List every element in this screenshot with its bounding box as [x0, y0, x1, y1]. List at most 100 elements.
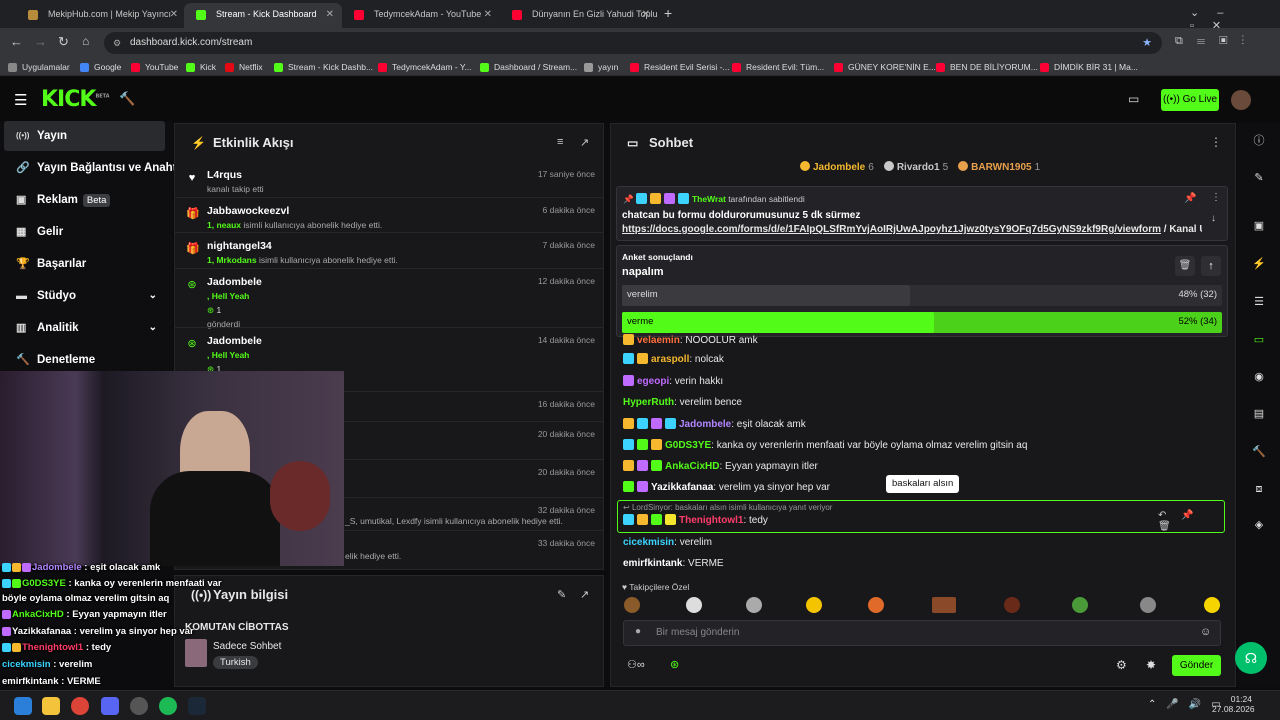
- list-icon[interactable]: ☰: [1252, 295, 1266, 309]
- emote-icon[interactable]: [1204, 597, 1220, 613]
- emote-icon[interactable]: [868, 597, 884, 613]
- chat-username[interactable]: Jadombele: [679, 419, 731, 430]
- discord-icon[interactable]: [101, 697, 119, 715]
- leaderboard-entry[interactable]: Jadombele 6: [800, 161, 874, 173]
- sidebar-item[interactable]: ▦ Gelir: [4, 217, 165, 247]
- tools-icon[interactable]: 🔨: [119, 91, 135, 107]
- steam-icon[interactable]: [188, 697, 206, 715]
- home-icon[interactable]: ⌂: [82, 34, 89, 48]
- bookmark-item[interactable]: Google: [80, 60, 121, 74]
- bookmark-item[interactable]: Resident Evil Serisi -...: [630, 60, 730, 74]
- emoji-icon[interactable]: ☺: [1200, 626, 1211, 638]
- collapse-poll-icon[interactable]: ↑: [1201, 256, 1221, 276]
- kick-coin-icon[interactable]: ⊛: [670, 658, 679, 671]
- layout-icon[interactable]: ▤: [1252, 407, 1266, 421]
- tab-kick-dashboard[interactable]: Stream - Kick Dashboard ✕: [184, 3, 342, 28]
- bookmark-item[interactable]: BEN DE BİLİYORUM...: [936, 60, 1038, 74]
- bookmark-item[interactable]: Dashboard / Stream...: [480, 60, 577, 74]
- popout-icon[interactable]: ↗: [580, 588, 589, 601]
- chat-toggle-icon[interactable]: ▭: [1252, 333, 1266, 347]
- avatar[interactable]: [1231, 90, 1251, 110]
- broadcast-icon[interactable]: ◉: [1252, 370, 1266, 384]
- chat-options-icon[interactable]: ⋮: [1210, 135, 1222, 149]
- delete-poll-icon[interactable]: 🗑: [1175, 256, 1195, 276]
- chrome-icon[interactable]: [71, 697, 89, 715]
- sidebar-item[interactable]: ▬ Stüdyo ⌄: [4, 281, 165, 311]
- form-link[interactable]: https://docs.google.com/forms/d/e/1FAIpQ…: [622, 224, 1161, 235]
- event-username[interactable]: Jadombele: [207, 276, 262, 288]
- bookmark-item[interactable]: Stream - Kick Dashb...: [274, 60, 373, 74]
- reload-icon[interactable]: ↻: [58, 34, 69, 50]
- event-username[interactable]: Jabbawockeezvl: [207, 205, 289, 217]
- emote-icon[interactable]: [932, 597, 956, 613]
- sidebar-item[interactable]: 🏆 Başarılar: [4, 249, 165, 279]
- site-info-icon[interactable]: ⚙: [113, 32, 121, 54]
- unpin-icon[interactable]: 📌: [1184, 193, 1196, 204]
- emote-icon[interactable]: [1004, 597, 1020, 613]
- windows-start-icon[interactable]: [14, 697, 32, 715]
- emote-icon[interactable]: [746, 597, 762, 613]
- bookmark-item[interactable]: Kick: [186, 60, 216, 74]
- bookmark-item[interactable]: Resident Evil: Tüm...: [732, 60, 824, 74]
- leaderboard-entry[interactable]: BARWN1905 1: [958, 161, 1040, 173]
- filter-icon[interactable]: ≡: [557, 136, 563, 148]
- support-headset-icon[interactable]: ☊: [1235, 642, 1267, 674]
- bookmark-item[interactable]: YouTube: [131, 60, 178, 74]
- sidebar-item[interactable]: ((•)) Yayın: [4, 121, 165, 151]
- chat-username[interactable]: Yazikkafanaa: [651, 482, 713, 493]
- popout-icon[interactable]: ↗: [580, 136, 589, 149]
- message-actions[interactable]: ↶📌🗑: [1158, 510, 1224, 532]
- kick-logo[interactable]: KICKBETA: [41, 87, 110, 112]
- channel-points-icon[interactable]: ⚇∞: [627, 658, 645, 671]
- event-recipient[interactable]: 1, Mrkodans: [207, 255, 257, 265]
- chat-username[interactable]: egeopi: [637, 376, 669, 387]
- event-username[interactable]: L4rqus: [207, 169, 242, 181]
- close-icon[interactable]: ✕: [484, 3, 492, 26]
- edit-icon[interactable]: ✎: [557, 588, 566, 601]
- back-icon[interactable]: ←: [10, 34, 23, 49]
- close-icon[interactable]: ✕: [326, 3, 334, 26]
- pinned-options-icon[interactable]: ⋮: [1211, 192, 1221, 203]
- tab-youtube-2[interactable]: Dünyanın En Gizli Yahudi Toplul ✕: [500, 3, 658, 28]
- chat-username[interactable]: cicekmisin: [623, 537, 674, 548]
- shield-icon[interactable]: ◈: [1252, 518, 1266, 532]
- bookmark-item[interactable]: yayın: [584, 60, 618, 74]
- bookmark-item[interactable]: TedymcekAdam - Y...: [378, 60, 472, 74]
- chat-username[interactable]: velaemin: [637, 335, 680, 346]
- send-button[interactable]: Gönder: [1172, 655, 1221, 676]
- tab-youtube-1[interactable]: TedymcekAdam - YouTube ✕: [342, 3, 500, 28]
- chat-username[interactable]: emirfkintank: [623, 558, 682, 569]
- edit-icon[interactable]: ✎: [1252, 171, 1266, 185]
- bookmark-item[interactable]: GÜNEY KORE'NİN E...: [834, 60, 936, 74]
- bookmark-item[interactable]: Netflix: [225, 60, 263, 74]
- tab-mekiphub[interactable]: MekipHub.com | Mekip Yayıncı ✕: [16, 3, 186, 28]
- address-bar[interactable]: ⚙ dashboard.kick.com/stream ★: [104, 32, 1162, 54]
- emote-icon[interactable]: [1072, 597, 1088, 613]
- emote-icon[interactable]: [806, 597, 822, 613]
- bolt-icon[interactable]: ⚡: [1252, 257, 1266, 271]
- chevron-down-icon[interactable]: ⌄: [149, 313, 157, 343]
- chat-input[interactable]: ● Bir mesaj gönderin ☺: [623, 620, 1221, 646]
- users-icon[interactable]: ✸: [1146, 658, 1156, 672]
- hammer-icon[interactable]: 🔨: [1252, 445, 1266, 459]
- chat-username[interactable]: G0DS3YE: [665, 440, 711, 451]
- bookmark-item[interactable]: Uygulamalar: [8, 60, 70, 74]
- info-icon[interactable]: ⓘ: [1252, 134, 1266, 148]
- chat-username[interactable]: araspoll: [651, 354, 689, 365]
- event-username[interactable]: Jadombele: [207, 335, 262, 347]
- extension-icons[interactable]: ⧉☰▣⋮: [1175, 35, 1258, 48]
- spotify-icon[interactable]: [159, 697, 177, 715]
- close-icon[interactable]: ✕: [642, 3, 650, 26]
- video-icon[interactable]: ▣: [1252, 219, 1266, 233]
- leaderboard-entry[interactable]: Rivardo1 5: [883, 161, 948, 173]
- lock-icon[interactable]: ⧈: [1252, 482, 1266, 496]
- bookmark-star-icon[interactable]: ★: [1142, 32, 1152, 54]
- chat-username[interactable]: Thenightowl1: [679, 515, 743, 526]
- chat-username[interactable]: HyperRuth: [623, 397, 674, 408]
- sidebar-item[interactable]: 🔗 Yayın Bağlantısı ve Anahtar: [4, 153, 187, 183]
- new-tab-button[interactable]: +: [664, 5, 672, 21]
- expand-icon[interactable]: ↓: [1211, 213, 1216, 224]
- menu-icon[interactable]: ☰: [14, 91, 27, 109]
- event-username[interactable]: nightangel34: [207, 240, 272, 252]
- emote-icon[interactable]: [686, 597, 702, 613]
